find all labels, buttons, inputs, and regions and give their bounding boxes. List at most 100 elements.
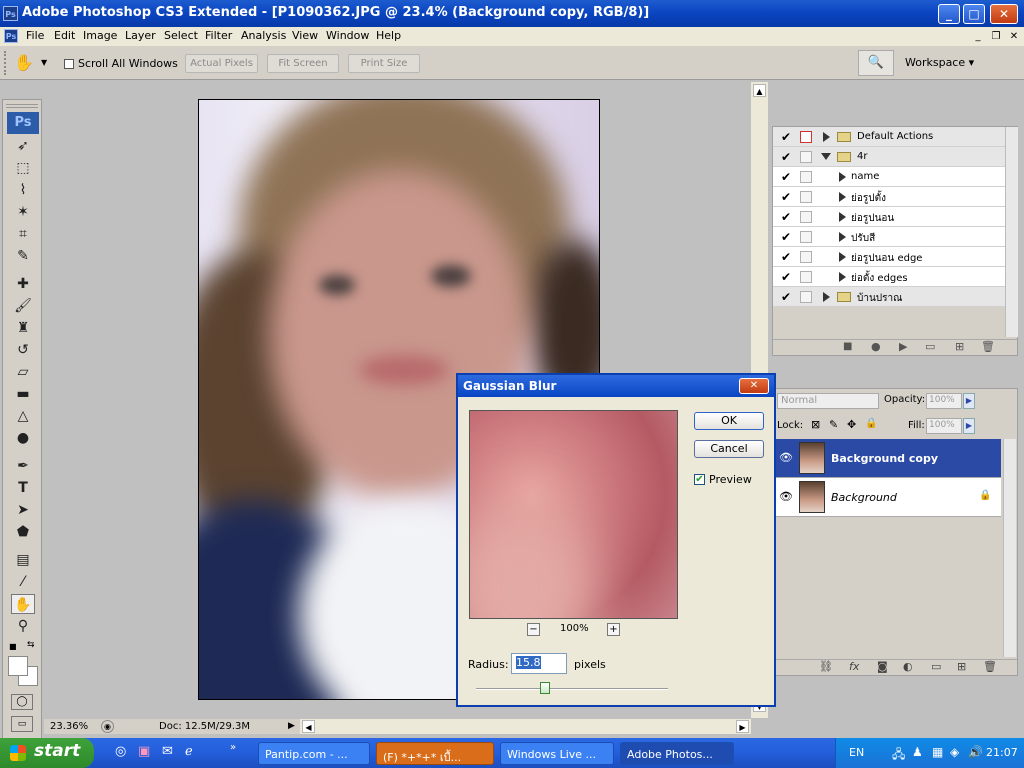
eraser-tool-icon[interactable]: ▱ bbox=[11, 362, 35, 382]
toggle-check-icon[interactable]: ✔ bbox=[779, 270, 793, 284]
eye-icon[interactable]: 👁 bbox=[779, 451, 793, 464]
layer-name[interactable]: Background bbox=[831, 491, 897, 504]
expand-triangle-icon[interactable] bbox=[823, 292, 830, 302]
action-row[interactable]: ✔ name bbox=[773, 167, 1005, 187]
new-action-icon[interactable]: ⊞ bbox=[955, 340, 964, 353]
default-colors-icon[interactable]: ■ bbox=[9, 642, 17, 651]
menu-view[interactable]: View bbox=[292, 29, 318, 42]
zoom-tool-icon[interactable]: ⚲ bbox=[11, 616, 35, 636]
fill-slider-arrow-icon[interactable]: ▶ bbox=[963, 418, 975, 434]
magic-wand-tool-icon[interactable]: ✶ bbox=[11, 202, 35, 222]
expand-triangle-icon[interactable] bbox=[839, 232, 846, 242]
crop-tool-icon[interactable]: ⌗ bbox=[11, 224, 35, 244]
action-row[interactable]: ✔ ย่อรูปนอน edge bbox=[773, 247, 1005, 267]
task-messenger-chat[interactable]: (F) *+*+* เบื้... bbox=[376, 742, 494, 765]
quicklaunch-app-icon[interactable]: ▣ bbox=[138, 744, 150, 759]
lasso-tool-icon[interactable]: ⌇ bbox=[11, 180, 35, 200]
expand-triangle-icon[interactable] bbox=[839, 212, 846, 222]
menu-window[interactable]: Window bbox=[326, 29, 369, 42]
action-row[interactable]: ✔ ย่อรูปตั้ง bbox=[773, 187, 1005, 207]
dialog-toggle-icon[interactable] bbox=[800, 131, 812, 143]
dialog-toggle-icon[interactable] bbox=[800, 171, 812, 183]
toggle-check-icon[interactable]: ✔ bbox=[779, 150, 793, 164]
menu-analysis[interactable]: Analysis bbox=[241, 29, 286, 42]
eyedropper-slice-tool-icon[interactable]: ✎ bbox=[11, 246, 35, 266]
new-group-icon[interactable]: ▭ bbox=[931, 660, 941, 673]
toggle-check-icon[interactable]: ✔ bbox=[779, 290, 793, 304]
fit-screen-button[interactable]: Fit Screen bbox=[267, 54, 339, 73]
toggle-check-icon[interactable]: ✔ bbox=[779, 250, 793, 264]
pen-tool-icon[interactable]: ✒ bbox=[11, 456, 35, 476]
new-set-icon[interactable]: ▭ bbox=[925, 340, 935, 353]
dialog-toggle-icon[interactable] bbox=[800, 211, 812, 223]
toggle-check-icon[interactable]: ✔ bbox=[779, 230, 793, 244]
expand-triangle-icon[interactable] bbox=[839, 272, 846, 282]
scroll-left-icon[interactable]: ◀ bbox=[302, 720, 315, 733]
minimize-button[interactable]: _ bbox=[938, 4, 960, 24]
quicklaunch-mail-icon[interactable]: ✉ bbox=[162, 744, 173, 759]
quick-mask-icon[interactable]: ◯ bbox=[11, 694, 33, 710]
move-tool-icon[interactable]: ➶ bbox=[11, 136, 35, 156]
healing-brush-tool-icon[interactable]: ✚ bbox=[11, 274, 35, 294]
menu-edit[interactable]: Edit bbox=[54, 29, 75, 42]
notes-tool-icon[interactable]: ▤ bbox=[11, 550, 35, 570]
action-row[interactable]: ✔ ย่อรูปนอน bbox=[773, 207, 1005, 227]
language-indicator[interactable]: EN bbox=[849, 746, 864, 759]
quicklaunch-browser-icon[interactable]: ℯ bbox=[185, 744, 193, 759]
lock-pixels-icon[interactable]: ✎ bbox=[829, 418, 838, 431]
toggle-check-icon[interactable]: ✔ bbox=[779, 170, 793, 184]
quicklaunch-ie-icon[interactable]: ◎ bbox=[115, 744, 126, 759]
dialog-toggle-icon[interactable] bbox=[800, 151, 812, 163]
blur-tool-icon[interactable]: △ bbox=[11, 406, 35, 426]
zoom-readout[interactable]: 23.36% bbox=[50, 721, 88, 732]
hand-tool-icon[interactable]: ✋ bbox=[14, 53, 34, 72]
horizontal-scrollbar[interactable]: ◀ ▶ bbox=[300, 719, 751, 734]
lock-transparency-icon[interactable]: ⊠ bbox=[811, 418, 820, 431]
gradient-tool-icon[interactable]: ▬ bbox=[11, 384, 35, 404]
menu-layer[interactable]: Layer bbox=[125, 29, 156, 42]
radius-slider-thumb[interactable] bbox=[540, 682, 551, 694]
shape-tool-icon[interactable]: ⬟ bbox=[11, 522, 35, 542]
tool-preset-chevron-icon[interactable]: ▼ bbox=[41, 58, 47, 67]
screen-mode-icon[interactable]: ▭ bbox=[11, 716, 33, 732]
record-icon[interactable]: ● bbox=[871, 340, 881, 353]
toolbox-grip[interactable] bbox=[6, 104, 38, 108]
trash-icon[interactable]: 🗑 bbox=[981, 340, 995, 353]
opacity-slider-arrow-icon[interactable]: ▶ bbox=[963, 393, 975, 409]
doc-minimize-button[interactable]: _ bbox=[970, 29, 986, 44]
task-windows-live[interactable]: Windows Live ... bbox=[500, 742, 614, 765]
eyedropper-tool-icon[interactable]: ⁄ bbox=[11, 572, 35, 592]
dialog-toggle-icon[interactable] bbox=[800, 231, 812, 243]
action-row[interactable]: ✔ บ้านปราณ bbox=[773, 287, 1005, 307]
dialog-toggle-icon[interactable] bbox=[800, 251, 812, 263]
swap-colors-icon[interactable]: ⇆ bbox=[27, 640, 35, 650]
zoom-in-button[interactable]: + bbox=[607, 623, 620, 636]
toggle-check-icon[interactable]: ✔ bbox=[779, 130, 793, 144]
scroll-right-icon[interactable]: ▶ bbox=[736, 720, 749, 733]
task-pantip[interactable]: Pantip.com - ... bbox=[258, 742, 370, 765]
blend-mode-select[interactable]: Normal bbox=[777, 393, 879, 409]
maximize-button[interactable]: □ bbox=[963, 4, 985, 24]
type-tool-icon[interactable]: T bbox=[11, 478, 35, 498]
marquee-tool-icon[interactable]: ⬚ bbox=[11, 158, 35, 178]
doc-restore-button[interactable]: ❐ bbox=[988, 29, 1004, 44]
dialog-toggle-icon[interactable] bbox=[800, 271, 812, 283]
layer-mask-icon[interactable]: ◙ bbox=[877, 660, 888, 673]
path-selection-tool-icon[interactable]: ➤ bbox=[11, 500, 35, 520]
workspace-menu[interactable]: Workspace ▾ bbox=[905, 56, 974, 69]
collapse-triangle-icon[interactable] bbox=[821, 153, 831, 160]
menu-file[interactable]: File bbox=[26, 29, 44, 42]
scroll-all-checkbox[interactable] bbox=[64, 59, 74, 69]
fill-field[interactable]: 100% bbox=[926, 418, 962, 434]
history-brush-tool-icon[interactable]: ↺ bbox=[11, 340, 35, 360]
tray-network-icon[interactable]: 🖧 bbox=[892, 745, 905, 766]
dialog-close-button[interactable]: ✕ bbox=[739, 378, 769, 394]
print-size-button[interactable]: Print Size bbox=[348, 54, 420, 73]
scroll-up-icon[interactable]: ▲ bbox=[753, 84, 766, 97]
expand-triangle-icon[interactable] bbox=[823, 132, 830, 142]
status-menu-arrow-icon[interactable]: ▶ bbox=[288, 721, 295, 731]
action-row[interactable]: ✔ Default Actions bbox=[773, 127, 1005, 147]
layer-name[interactable]: Background copy bbox=[831, 452, 938, 465]
menu-image[interactable]: Image bbox=[83, 29, 117, 42]
new-layer-icon[interactable]: ⊞ bbox=[957, 660, 966, 673]
